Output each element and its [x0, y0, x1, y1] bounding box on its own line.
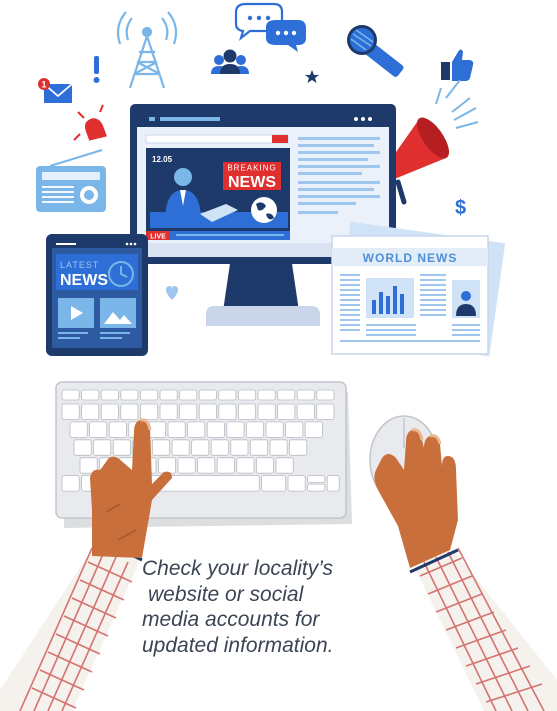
keyboard-key [159, 389, 178, 401]
radio-icon [36, 149, 106, 212]
keyboard-key [316, 389, 335, 401]
keyboard-key [265, 421, 284, 438]
keyboard-key [269, 439, 288, 456]
keyboard-key [100, 403, 119, 420]
keyboard-key [89, 421, 108, 438]
caption-line: Check your locality’s [142, 557, 334, 580]
keyboard-key [255, 457, 274, 474]
keyboard-key [157, 457, 176, 474]
keyboard-key [307, 475, 326, 484]
exclamation-icon [93, 56, 100, 83]
keyboard-key [191, 439, 210, 456]
caption-line: updated information. [142, 633, 334, 657]
caption-line: website or social [148, 582, 304, 606]
keyboard-key [257, 389, 276, 401]
keyboard-key [73, 439, 92, 456]
keyboard-key [275, 457, 294, 474]
keyboard-key [171, 439, 190, 456]
keyboard-key [261, 475, 287, 492]
keyboard-key [167, 421, 186, 438]
keyboard-key [69, 421, 88, 438]
keyboard-key [139, 403, 158, 420]
keyboard-key [218, 403, 237, 420]
keyboard-key [249, 439, 268, 456]
breaking-news-label: NEWS [228, 174, 276, 191]
breaking-label: BREAKING [227, 164, 276, 173]
heart-icon [166, 286, 178, 300]
live-label: LIVE [150, 234, 166, 241]
keyboard-key [120, 389, 139, 401]
keyboard-key [197, 457, 216, 474]
keyboard-key [210, 439, 229, 456]
keyboard-key [177, 457, 196, 474]
tablet: LATEST NEWS [46, 234, 148, 356]
keyboard-key [289, 439, 308, 456]
keyboard-key [187, 421, 206, 438]
people-icon [211, 49, 249, 74]
chat-bubbles-icon [234, 2, 306, 52]
notification-badge-count: 1 [41, 80, 46, 90]
dollar-icon: $ [455, 197, 466, 219]
thumbs-up-icon [441, 49, 474, 81]
keyboard-key [285, 421, 304, 438]
news-timestamp: 12.05 [152, 155, 173, 164]
keyboard-key [93, 439, 112, 456]
star-icon [305, 70, 319, 83]
alarm-icon [73, 104, 107, 141]
radio-tower-icon [116, 11, 178, 89]
keyboard-key [151, 439, 170, 456]
keyboard-key [226, 421, 245, 438]
keyboard-key [287, 475, 306, 492]
envelope-icon: 1 [38, 78, 73, 103]
newspaper: WORLD NEWS [331, 221, 506, 357]
keyboard-key [316, 403, 335, 420]
keyboard-key [230, 439, 249, 456]
keyboard-key [236, 457, 255, 474]
keyboard-key [198, 403, 217, 420]
caption-text: Check your locality’s website or social … [142, 556, 402, 658]
keyboard-key [245, 421, 264, 438]
keyboard-key [216, 457, 235, 474]
keyboard-key [296, 403, 315, 420]
keyboard-key [304, 421, 323, 438]
microphone-icon [347, 25, 404, 77]
keyboard-key [257, 403, 276, 420]
keyboard-key [100, 389, 119, 401]
keyboard-key [159, 403, 178, 420]
keyboard-key [218, 389, 237, 401]
keyboard-key [112, 439, 131, 456]
keyboard-key [61, 475, 80, 492]
keyboard-key [277, 389, 296, 401]
keyboard-key [81, 403, 100, 420]
keyboard-key [120, 403, 139, 420]
keyboard-key [237, 389, 256, 401]
keyboard-key [81, 389, 100, 401]
keyboard-key [108, 421, 127, 438]
tablet-latest-label: LATEST [60, 260, 99, 270]
keyboard-key [139, 389, 158, 401]
keyboard-key [61, 403, 80, 420]
keyboard-key [277, 403, 296, 420]
keyboard-key [326, 475, 340, 492]
keyboard-key [307, 483, 326, 492]
keyboard-key [198, 389, 217, 401]
keyboard-key [179, 403, 198, 420]
keyboard-key [179, 389, 198, 401]
keyboard-key [206, 421, 225, 438]
newspaper-masthead: WORLD NEWS [363, 251, 458, 265]
tablet-news-label: NEWS [60, 272, 108, 289]
keyboard-key [61, 389, 80, 401]
keyboard-key [237, 403, 256, 420]
keyboard-key [296, 389, 315, 401]
caption-line: media accounts for [142, 608, 320, 631]
